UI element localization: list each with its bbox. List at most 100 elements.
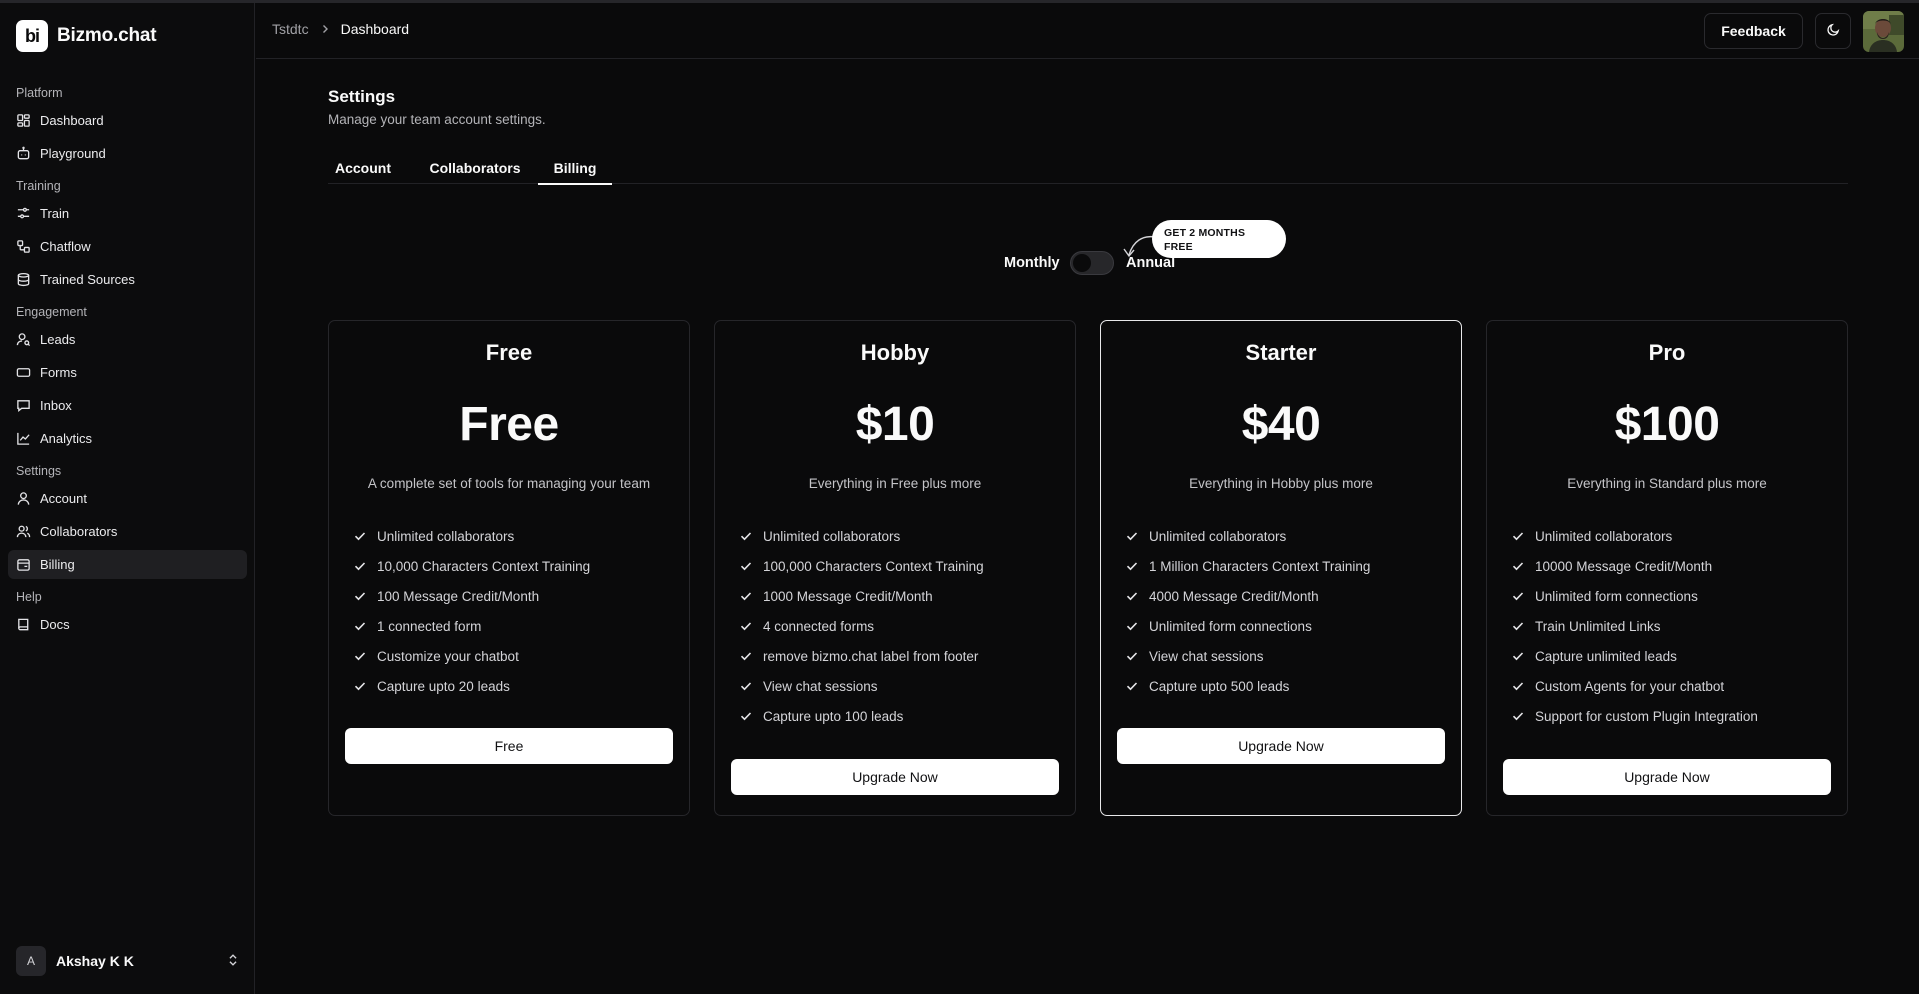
free-plan-button[interactable]: Free [345,728,673,764]
check-icon [1125,619,1139,633]
plan-name: Hobby [860,340,930,365]
sidebar-item-train[interactable]: Train [8,199,247,228]
users-icon [16,524,31,539]
sidebar-nav: Platform Dashboard Playground Training T… [8,84,247,643]
sidebar-item-account[interactable]: Account [8,484,247,513]
upgrade-now-button[interactable]: Upgrade Now [1503,758,1831,795]
feature-text: 10000 Message Credit/Month [1535,558,1713,574]
user-search-icon [16,332,31,347]
sidebar-item-analytics[interactable]: Analytics [8,424,247,453]
settings-tabs: Account Collaborators Billing [328,152,1848,185]
feature-text: 1 Million Characters Context Training [1149,558,1371,574]
feature-item: Customize your chatbot [353,641,673,671]
feature-item: Unlimited collaborators [1511,521,1831,551]
sidebar-item-docs[interactable]: Docs [8,610,247,639]
feedback-button[interactable]: Feedback [1704,13,1803,49]
check-icon [1511,559,1525,573]
feature-text: View chat sessions [763,678,878,694]
sidebar-item-label: Collaborators [40,524,118,539]
plan-card-free: Free Free A complete set of tools for mana… [328,320,690,816]
breadcrumb-root[interactable]: Tstdtc [272,21,309,37]
feature-item: 100 Message Credit/Month [353,581,673,611]
feature-item: View chat sessions [739,671,1059,701]
sliders-icon [16,206,31,221]
chevrons-up-down-icon[interactable] [226,953,240,970]
breadcrumb: Tstdtc Dashboard [272,21,409,37]
check-icon [1125,589,1139,603]
chevron-right-icon [319,23,331,35]
nav-section-label: Engagement [16,305,87,319]
check-icon [1511,709,1525,723]
page-title: Settings [328,87,396,106]
sidebar-item-chatflow[interactable]: Chatflow [8,232,247,261]
nav-section-label: Settings [16,464,62,478]
feature-text: Unlimited collaborators [377,528,515,544]
feature-item: Support for custom Plugin Integration [1511,701,1831,731]
sidebar-item-label: Train [40,206,70,221]
tab-account[interactable]: Account [328,152,398,184]
upgrade-now-button[interactable]: Upgrade Now [731,758,1059,795]
wallet-icon [16,557,31,572]
breadcrumb-current: Dashboard [340,21,410,37]
sidebar: bi Bizmo.chat Platform Dashboard Playgro… [0,3,255,994]
check-icon [1125,679,1139,693]
feature-item: Capture upto 100 leads [739,701,1059,731]
page-subtitle: Manage your team account settings. [328,112,546,127]
billing-period-switch[interactable] [1070,251,1114,275]
sidebar-item-dashboard[interactable]: Dashboard [8,106,247,135]
monthly-label[interactable]: Monthly [1004,255,1060,271]
tab-collaborators[interactable]: Collaborators [412,152,538,184]
plan-description: Everything in Free plus more [808,476,982,491]
user-menu[interactable]: A Akshay K K [16,945,240,977]
check-icon [353,679,367,693]
upgrade-now-button[interactable]: Upgrade Now [1117,728,1445,764]
feature-list: Unlimited collaborators 10000 Message Cre… [1511,521,1831,731]
feature-text: Capture unlimited leads [1535,648,1677,664]
feature-item: Unlimited form connections [1125,611,1445,641]
brand[interactable]: bi Bizmo.chat [16,20,157,52]
plan-card-pro: Pro $100 Everything in Standard plus more U… [1486,320,1848,816]
sidebar-item-forms[interactable]: Forms [8,358,247,387]
profile-avatar[interactable] [1863,11,1904,52]
check-icon [1125,649,1139,663]
sidebar-item-label: Docs [40,617,70,632]
sidebar-item-playground[interactable]: Playground [8,139,247,168]
feature-item: 1 connected form [353,611,673,641]
check-icon [739,649,753,663]
billing-period-toggle: Monthly Annual GET 2 MONTHS FREE [1004,220,1364,278]
check-icon [1511,529,1525,543]
feature-item: View chat sessions [1125,641,1445,671]
user-icon [16,491,31,506]
sidebar-item-trained-sources[interactable]: Trained Sources [8,265,247,294]
nav-section-label: Platform [16,86,63,100]
feature-text: Unlimited collaborators [1535,528,1673,544]
plan-card-hobby: Hobby $10 Everything in Free plus more Unli… [714,320,1076,816]
feature-item: Unlimited collaborators [353,521,673,551]
feature-item: 100,000 Characters Context Training [739,551,1059,581]
feature-text: 4000 Message Credit/Month [1149,588,1319,604]
feature-item: 10,000 Characters Context Training [353,551,673,581]
tab-billing[interactable]: Billing [538,152,612,185]
sidebar-item-label: Playground [40,146,106,161]
feature-item: Unlimited collaborators [1125,521,1445,551]
sidebar-item-billing[interactable]: Billing [8,550,247,579]
feature-item: 4 connected forms [739,611,1059,641]
bot-icon [16,146,31,161]
sidebar-item-leads[interactable]: Leads [8,325,247,354]
workflow-icon [16,239,31,254]
feature-text: Capture upto 100 leads [763,708,904,724]
sidebar-item-label: Dashboard [40,113,104,128]
message-icon [16,398,31,413]
sidebar-item-label: Leads [40,332,76,347]
feature-list: Unlimited collaborators 1 Million Charact… [1125,521,1445,701]
sidebar-item-inbox[interactable]: Inbox [8,391,247,420]
switch-knob [1073,254,1091,272]
feature-text: Capture upto 500 leads [1149,678,1290,694]
check-icon [353,619,367,633]
check-icon [353,589,367,603]
sidebar-item-collaborators[interactable]: Collaborators [8,517,247,546]
check-icon [739,559,753,573]
sidebar-item-label: Forms [40,365,77,380]
theme-toggle-button[interactable] [1815,13,1851,49]
check-icon [739,709,753,723]
